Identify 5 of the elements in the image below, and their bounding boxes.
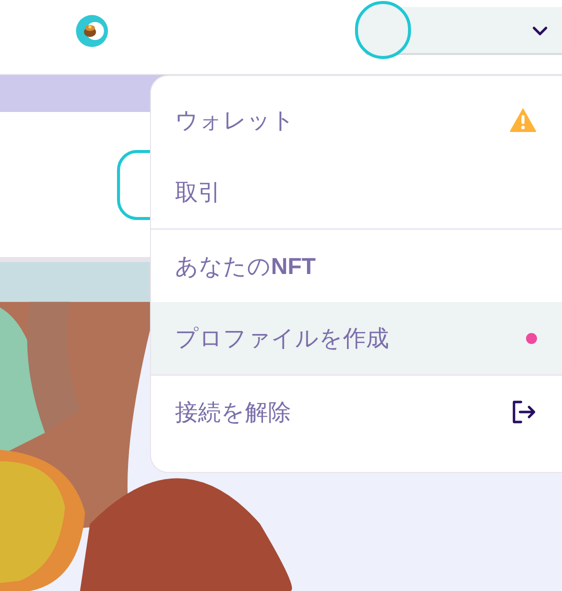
menu-item[interactable]: プロファイルを作成 (151, 302, 562, 374)
warning-icon (509, 107, 537, 133)
logo-icon[interactable] (76, 15, 108, 47)
chevron-down-icon (532, 26, 548, 36)
logout-icon (511, 400, 537, 424)
